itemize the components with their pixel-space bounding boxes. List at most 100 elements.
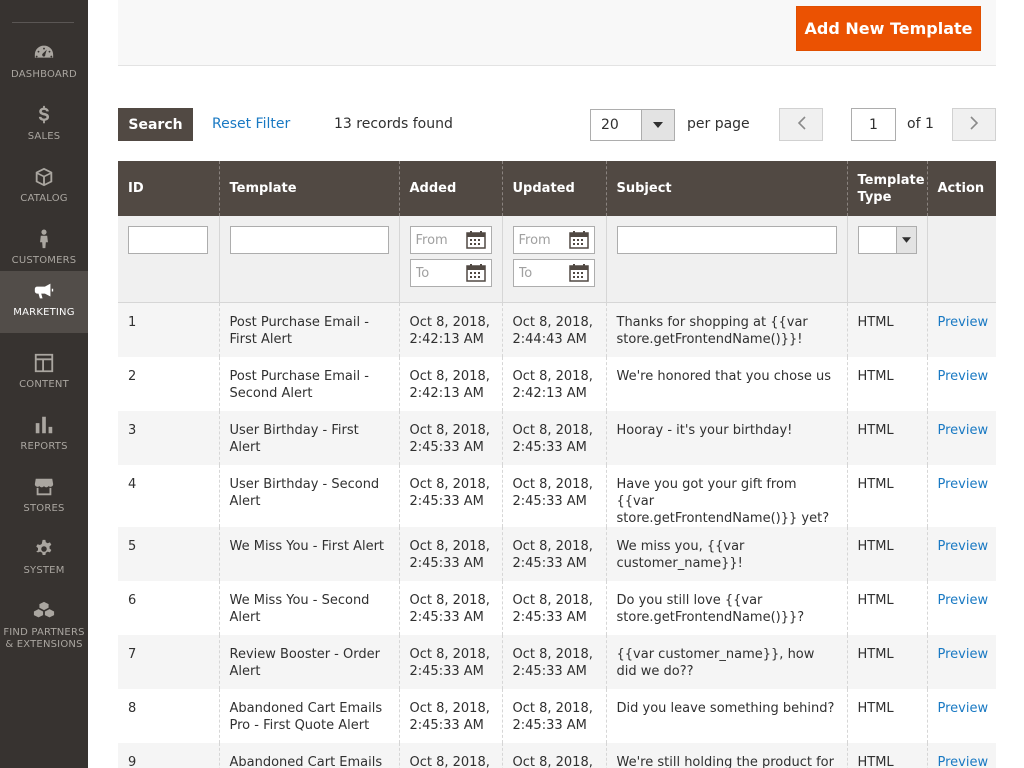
megaphone-icon <box>32 279 56 303</box>
nav-catalog[interactable]: CATALOG <box>0 157 88 219</box>
preview-link[interactable]: Preview <box>938 477 989 492</box>
filter-id-input[interactable] <box>128 226 208 254</box>
cell-subject: Do you still love {{var store.getFronten… <box>605 580 847 635</box>
cell-type: HTML <box>846 580 927 635</box>
calendar-icon[interactable] <box>568 264 589 282</box>
preview-link[interactable]: Preview <box>938 755 989 768</box>
nav-label: MARKETING <box>13 307 75 318</box>
calendar-icon[interactable] <box>465 231 486 249</box>
dashboard-icon <box>32 41 56 65</box>
nav-label: CONTENT <box>19 379 69 390</box>
nav-marketing[interactable]: MARKETING <box>0 271 88 333</box>
previous-page-button[interactable] <box>779 108 823 141</box>
cell-updated: Oct 8, 2018, 2:44:43 AM <box>501 302 606 357</box>
cell-subject: {{var customer_name}}, how did we do?? <box>605 634 847 689</box>
table-row: 8 Abandoned Cart Emails Pro - First Quote… <box>118 688 996 743</box>
per-page-select[interactable]: 20 <box>590 109 675 141</box>
gear-icon <box>32 537 56 561</box>
table-row: 7 Review Booster - Order Alert Oct 8, 2018… <box>118 634 996 689</box>
cell-subject: We miss you, {{var customer_name}}! <box>605 526 847 581</box>
column-header-id[interactable]: ID <box>118 161 219 216</box>
filter-template-input[interactable] <box>229 226 389 254</box>
column-header-added[interactable]: Added <box>398 161 502 216</box>
cell-template: User Birthday - First Alert <box>218 410 399 465</box>
cell-template: Post Purchase Email - Second Alert <box>218 356 399 411</box>
preview-link[interactable]: Preview <box>938 701 989 716</box>
column-header-template[interactable]: Template <box>218 161 399 216</box>
preview-link[interactable]: Preview <box>938 593 989 608</box>
column-header-updated[interactable]: Updated <box>501 161 606 216</box>
column-header-subject[interactable]: Subject <box>605 161 847 216</box>
table-row: 6 We Miss You - Second Alert Oct 8, 2018, … <box>118 580 996 635</box>
cell-template: Review Booster - Order Alert <box>218 634 399 689</box>
nav-dashboard[interactable]: DASHBOARD <box>0 33 88 95</box>
added-to-wrap <box>409 259 492 287</box>
per-page-label: per page <box>687 116 750 132</box>
nav-label: REPORTS <box>20 441 68 452</box>
updated-from-wrap <box>512 226 595 254</box>
table-row: 1 Post Purchase Email - First Alert Oct 8,… <box>118 302 996 357</box>
calendar-icon[interactable] <box>465 264 486 282</box>
preview-link[interactable]: Preview <box>938 369 989 384</box>
layout-icon <box>32 351 56 375</box>
cell-id: 1 <box>118 302 219 357</box>
nav-label: DASHBOARD <box>11 69 77 80</box>
cell-subject: Did you leave something behind? <box>605 688 847 743</box>
cell-id: 7 <box>118 634 219 689</box>
filter-subject-input[interactable] <box>616 226 837 254</box>
filter-cell-type <box>846 216 927 303</box>
nav-content[interactable]: CONTENT <box>0 343 88 405</box>
reset-filter-link[interactable]: Reset Filter <box>212 116 290 132</box>
nav-find-partners[interactable]: FIND PARTNERS & EXTENSIONS <box>0 591 88 661</box>
page-number-input[interactable] <box>851 108 896 141</box>
next-page-button[interactable] <box>952 108 996 141</box>
add-new-template-button[interactable]: Add New Template <box>796 6 981 51</box>
column-header-action: Action <box>926 161 996 216</box>
sidebar-divider <box>12 22 74 23</box>
grid-header-row: ID Template Added Updated Subject Templa… <box>118 161 996 216</box>
filter-cell-template <box>218 216 399 303</box>
cell-type: HTML <box>846 410 927 465</box>
records-count: 13 records found <box>334 116 453 132</box>
cell-added: Oct 8, 2018, 2:42:13 AM <box>398 302 502 357</box>
filter-row <box>118 216 996 303</box>
cell-template: User Birthday - Second Alert <box>218 464 399 527</box>
cell-updated: Oct 8, 2018, 2:45:33 AM <box>501 464 606 527</box>
cell-subject: Thanks for shopping at {{var store.getFr… <box>605 302 847 357</box>
cell-action: Preview <box>926 688 996 743</box>
cell-action: Preview <box>926 526 996 581</box>
filter-type-select[interactable] <box>857 226 917 254</box>
nav-sales[interactable]: SALES <box>0 95 88 157</box>
calendar-icon[interactable] <box>568 231 589 249</box>
cell-added: Oct 8, 2018, 2:45:33 AM <box>398 580 502 635</box>
preview-link[interactable]: Preview <box>938 423 989 438</box>
total-pages-label: of 1 <box>907 116 934 132</box>
cell-type: HTML <box>846 526 927 581</box>
cell-template: We Miss You - First Alert <box>218 526 399 581</box>
nav-label: SALES <box>27 131 61 142</box>
filter-cell-id <box>118 216 219 303</box>
nav-label: STORES <box>23 503 65 514</box>
table-row: 4 User Birthday - Second Alert Oct 8, 2018… <box>118 464 996 527</box>
chevron-down-icon <box>641 110 674 140</box>
preview-link[interactable]: Preview <box>938 539 989 554</box>
cell-template: Post Purchase Email - First Alert <box>218 302 399 357</box>
cell-added: Oct 8, 2018, 2:45:33 AM <box>398 410 502 465</box>
cell-action: Preview <box>926 634 996 689</box>
table-row: 5 We Miss You - First Alert Oct 8, 2018, 2… <box>118 526 996 581</box>
nav-system[interactable]: SYSTEM <box>0 529 88 591</box>
nav-label: SYSTEM <box>23 565 65 576</box>
cell-template: Abandoned Cart Emails Pro - First Quote … <box>218 688 399 743</box>
preview-link[interactable]: Preview <box>938 315 989 330</box>
nav-stores[interactable]: STORES <box>0 467 88 529</box>
cell-subject: We're still holding the product for you.… <box>605 742 847 768</box>
nav-reports[interactable]: REPORTS <box>0 405 88 467</box>
preview-link[interactable]: Preview <box>938 647 989 662</box>
dollar-icon <box>32 103 56 127</box>
cell-subject: We're honored that you chose us <box>605 356 847 411</box>
updated-to-wrap <box>512 259 595 287</box>
nav-label: FIND PARTNERS & EXTENSIONS <box>3 627 85 650</box>
cell-added: Oct 8, 2018, 2:45:33 AM <box>398 526 502 581</box>
search-button[interactable]: Search <box>118 108 193 141</box>
column-header-template-type[interactable]: Template Type <box>846 161 927 216</box>
